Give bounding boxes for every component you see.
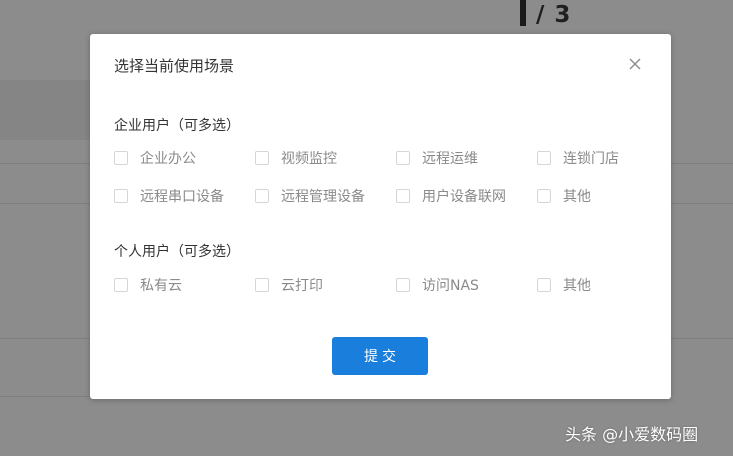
option-remote-serial-device[interactable]: 远程串口设备 <box>114 186 224 206</box>
background-divider <box>0 396 90 397</box>
background-divider <box>0 338 90 339</box>
option-label: 远程运维 <box>422 151 478 167</box>
option-label: 云打印 <box>281 278 323 294</box>
option-label: 用户设备联网 <box>422 189 506 205</box>
option-label: 其他 <box>563 278 591 294</box>
option-label: 私有云 <box>140 278 182 294</box>
checkbox[interactable] <box>396 151 410 165</box>
dialog-title: 选择当前使用场景 <box>114 57 235 75</box>
checkbox[interactable] <box>114 278 128 292</box>
background-panel <box>0 80 90 140</box>
background-divider <box>671 338 733 339</box>
option-cloud-print[interactable]: 云打印 <box>255 275 323 295</box>
close-icon <box>629 58 641 70</box>
option-enterprise-other[interactable]: 其他 <box>537 186 591 206</box>
option-label: 远程串口设备 <box>140 189 224 205</box>
option-remote-ops[interactable]: 远程运维 <box>396 148 478 168</box>
option-user-device-networking[interactable]: 用户设备联网 <box>396 186 506 206</box>
background-divider <box>671 163 733 164</box>
step-indicator-total: / 3 <box>536 2 572 28</box>
submit-button[interactable]: 提交 <box>332 337 428 375</box>
enterprise-section-title: 企业用户（可多选） <box>114 118 240 134</box>
background-divider <box>0 163 90 164</box>
checkbox[interactable] <box>255 189 269 203</box>
option-label: 其他 <box>563 189 591 205</box>
background-divider <box>0 203 90 204</box>
option-label: 视频监控 <box>281 151 337 167</box>
checkbox[interactable] <box>396 278 410 292</box>
step-indicator-bar <box>520 0 526 26</box>
option-chain-stores[interactable]: 连锁门店 <box>537 148 619 168</box>
personal-section-title: 个人用户（可多选） <box>114 244 240 260</box>
option-access-nas[interactable]: 访问NAS <box>396 275 479 295</box>
watermark: 头条 @小爱数码圈 <box>565 425 699 444</box>
option-label: 企业办公 <box>140 151 196 167</box>
option-private-cloud[interactable]: 私有云 <box>114 275 182 295</box>
option-label: 访问NAS <box>422 278 479 294</box>
checkbox[interactable] <box>537 189 551 203</box>
close-button[interactable] <box>627 56 643 72</box>
checkbox[interactable] <box>114 189 128 203</box>
option-remote-management-device[interactable]: 远程管理设备 <box>255 186 365 206</box>
checkbox[interactable] <box>537 278 551 292</box>
option-enterprise-office[interactable]: 企业办公 <box>114 148 196 168</box>
option-personal-other[interactable]: 其他 <box>537 275 591 295</box>
scenario-dialog: 选择当前使用场景 企业用户（可多选） 企业办公 视频监控 远程运维 连锁门店 远… <box>90 34 671 399</box>
background-divider <box>671 203 733 204</box>
option-label: 远程管理设备 <box>281 189 365 205</box>
checkbox[interactable] <box>396 189 410 203</box>
checkbox[interactable] <box>114 151 128 165</box>
checkbox[interactable] <box>255 278 269 292</box>
checkbox[interactable] <box>255 151 269 165</box>
option-video-surveillance[interactable]: 视频监控 <box>255 148 337 168</box>
checkbox[interactable] <box>537 151 551 165</box>
option-label: 连锁门店 <box>563 151 619 167</box>
